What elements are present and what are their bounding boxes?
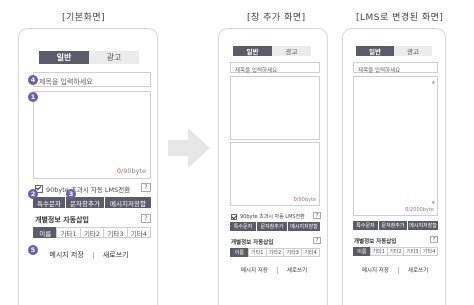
divider (276, 266, 278, 274)
help-icon[interactable]: ? (313, 212, 321, 219)
personal-tab-etc2[interactable]: 기타2 (386, 247, 405, 256)
refresh-button[interactable]: 새로쓰기 (408, 266, 428, 274)
badge-5: 5 (28, 245, 38, 255)
add-window-button[interactable]: 문자창추가 (257, 222, 287, 231)
badge-4: 4 (28, 75, 38, 85)
title-input[interactable]: 제목을 입력하세요 (33, 72, 151, 87)
bottom-actions: 메시지 저장 새로쓰기 (219, 265, 327, 275)
byte-counter: 0/90byte (116, 167, 146, 175)
tool-buttons: 특수문자 문자창추가 메시지저장함 (33, 197, 151, 208)
title-input[interactable]: 제목을 입력하세요 (353, 62, 438, 74)
badge-2: 2 (28, 189, 38, 199)
title-input[interactable]: 제목을 입력하세요 (230, 62, 320, 74)
phone-basic: 일반 광고 제목을 입력하세요 0/90byte 90byte 초과시 자동 L… (18, 28, 158, 305)
message-type-tabs: 일반 광고 (39, 51, 139, 64)
byte-counter: 0/90byte (293, 197, 316, 203)
auto-lms-checkbox-row[interactable]: 90byte 초과시 자동 LMS전환 (231, 213, 305, 220)
auto-lms-label: 90byte 초과시 자동 LMS전환 (240, 214, 305, 220)
saved-messages-button[interactable]: 메시지저장함 (408, 221, 438, 230)
refresh-button[interactable]: 새로쓰기 (287, 266, 307, 274)
tab-ad[interactable]: 광고 (89, 51, 139, 64)
message-textarea-1[interactable] (230, 76, 320, 140)
personal-tab-etc2[interactable]: 기타2 (79, 227, 105, 238)
badge-3: 3 (66, 189, 76, 199)
personal-tab-etc1[interactable]: 기타1 (369, 247, 388, 256)
message-textarea[interactable]: 0/90byte (33, 91, 151, 179)
personal-tab-etc3[interactable]: 기타3 (403, 247, 422, 256)
personal-tab-name[interactable]: 이름 (230, 248, 249, 257)
divider (397, 266, 399, 274)
tool-buttons: 특수문자 문자창추가 메시지저장함 (230, 222, 320, 231)
personal-info-title: 개별정보 자동삽입 (231, 240, 274, 246)
scroll-up-icon[interactable]: ▲ (432, 79, 435, 84)
auto-lms-label: 90byte 초과시 자동 LMS전환 (46, 186, 131, 194)
message-type-tabs: 일반 광고 (233, 46, 311, 56)
divider (92, 251, 94, 259)
message-textarea-2[interactable]: 0/90byte (230, 142, 320, 206)
personal-tab-etc4[interactable]: 기타4 (301, 248, 320, 257)
personal-info-title: 개별정보 자동삽입 (35, 216, 89, 224)
help-icon[interactable]: ? (141, 183, 151, 192)
caption-window-add: [창 추가 화면] (247, 13, 306, 23)
personal-tab-name[interactable]: 이름 (353, 247, 371, 256)
tab-ad[interactable]: 광고 (394, 46, 432, 56)
tab-general[interactable]: 일반 (39, 51, 89, 64)
personal-info-title: 개별정보 자동삽입 (354, 239, 397, 245)
help-icon-personal[interactable]: ? (430, 236, 438, 243)
help-icon-personal[interactable]: ? (141, 214, 151, 223)
saved-messages-button[interactable]: 메시지저장함 (105, 197, 151, 208)
byte-counter: 0/2000byte (405, 207, 434, 213)
add-window-button[interactable]: 문자창추가 (379, 221, 407, 230)
help-icon-personal[interactable]: ? (313, 237, 321, 244)
special-char-button[interactable]: 특수문자 (230, 222, 256, 231)
personal-tab-etc2[interactable]: 기타2 (265, 248, 285, 257)
save-message-button[interactable]: 메시지 저장 (241, 266, 268, 274)
special-char-button[interactable]: 특수문자 (353, 221, 378, 230)
personal-info-tabs: 이름 기타1 기타2 기타3 기타4 (353, 247, 438, 256)
bottom-actions: 메시지 저장 새로쓰기 (343, 265, 445, 275)
message-textarea[interactable]: ▲ ▼ 0/2000byte (353, 76, 438, 216)
save-message-button[interactable]: 메시지 저장 (362, 266, 389, 274)
message-type-tabs: 일반 광고 (356, 46, 432, 56)
arrow-right-icon (168, 128, 210, 168)
special-char-button[interactable]: 특수문자 (33, 197, 65, 208)
personal-tab-etc3[interactable]: 기타3 (103, 227, 128, 238)
personal-info-tabs: 이름 기타1 기타2 기타3 기타4 (230, 248, 320, 257)
tab-general[interactable]: 일반 (356, 46, 394, 56)
personal-tab-etc4[interactable]: 기타4 (420, 247, 438, 256)
personal-tab-etc1[interactable]: 기타1 (56, 227, 81, 238)
auto-lms-checkbox-row[interactable]: 90byte 초과시 자동 LMS전환 (35, 184, 130, 194)
phone-lms-change: 일반 광고 제목을 입력하세요 ▲ ▼ 0/2000byte 특수문자 문자창추… (342, 28, 446, 305)
auto-lms-checkbox[interactable] (231, 213, 237, 220)
save-message-button[interactable]: 메시지 저장 (49, 250, 83, 260)
personal-tab-etc1[interactable]: 기타1 (247, 248, 267, 257)
personal-tab-etc3[interactable]: 기타3 (283, 248, 303, 257)
personal-tab-name[interactable]: 이름 (33, 227, 58, 238)
caption-lms-change: [LMS로 변경된 화면] (356, 13, 444, 23)
personal-info-tabs: 이름 기타1 기타2 기타3 기타4 (33, 227, 152, 238)
bottom-actions: 메시지 저장 새로쓰기 (19, 249, 157, 261)
personal-tab-etc4[interactable]: 기타4 (126, 227, 152, 238)
tool-buttons: 특수문자 문자창추가 메시지저장함 (353, 221, 438, 230)
refresh-button[interactable]: 새로쓰기 (103, 250, 129, 260)
phone-window-add: 일반 광고 제목을 입력하세요 0/90byte 90byte 초과시 자동 L… (218, 28, 328, 305)
caption-basic: [기본화면] (62, 13, 106, 23)
tab-general[interactable]: 일반 (233, 46, 272, 56)
tab-ad[interactable]: 광고 (272, 46, 311, 56)
scroll-down-icon[interactable]: ▼ (432, 200, 435, 205)
saved-messages-button[interactable]: 메시지저장함 (288, 222, 320, 231)
badge-1: 1 (28, 92, 38, 102)
